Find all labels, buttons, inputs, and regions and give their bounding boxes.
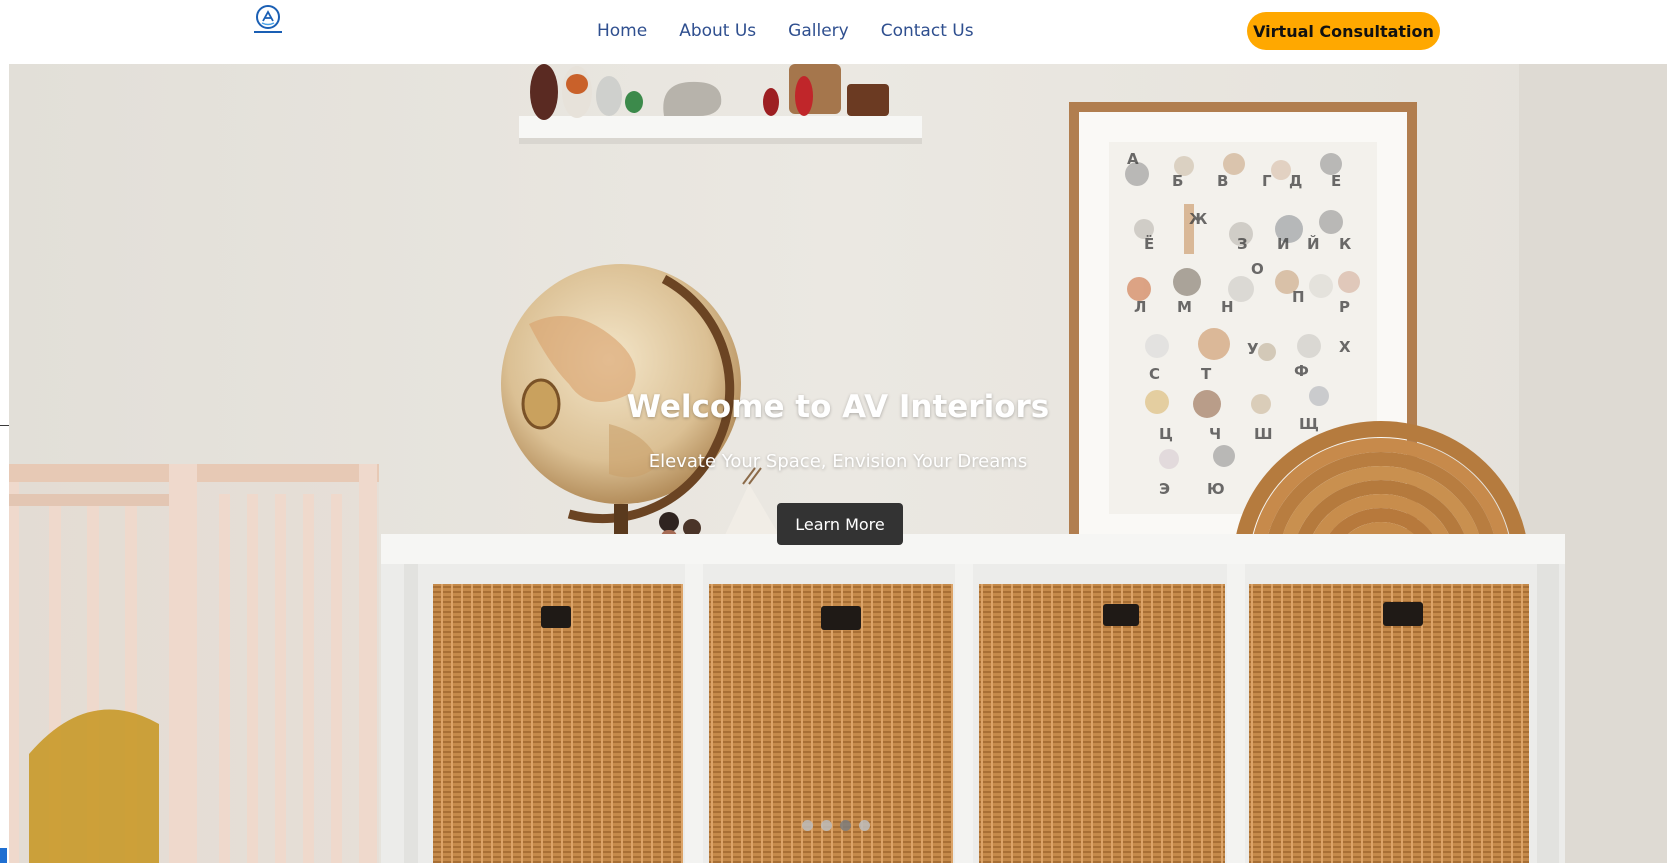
main-nav: Home About Us Gallery Contact Us <box>597 20 974 42</box>
nav-gallery[interactable]: Gallery <box>788 20 849 42</box>
hero-carousel: АБВ ГДЕ ЁЖЗ ИЙК ЛМН ОПР СТУ ФХЦ ЧШЩ ЭЮ W… <box>9 64 1667 863</box>
hero-title: Welcome to AV Interiors <box>626 389 1050 425</box>
hero-content: Welcome to AV Interiors Elevate Your Spa… <box>9 64 1667 863</box>
carousel-dot-4[interactable] <box>859 820 870 831</box>
learn-more-button[interactable]: Learn More <box>777 503 903 545</box>
hero-subtitle: Elevate Your Space, Envision Your Dreams <box>648 451 1028 472</box>
nav-contact-us[interactable]: Contact Us <box>881 20 974 42</box>
left-edge-divider <box>0 425 9 426</box>
carousel-indicators <box>802 820 870 831</box>
left-edge-tab <box>0 848 7 863</box>
virtual-consultation-button[interactable]: Virtual Consultation <box>1247 12 1440 50</box>
carousel-dot-1[interactable] <box>802 820 813 831</box>
logo-icon[interactable] <box>248 4 288 36</box>
site-header: Home About Us Gallery Contact Us Virtual… <box>0 0 1667 64</box>
carousel-dot-2[interactable] <box>821 820 832 831</box>
carousel-dot-3[interactable] <box>840 820 851 831</box>
nav-about-us[interactable]: About Us <box>679 20 756 42</box>
nav-home[interactable]: Home <box>597 20 647 42</box>
